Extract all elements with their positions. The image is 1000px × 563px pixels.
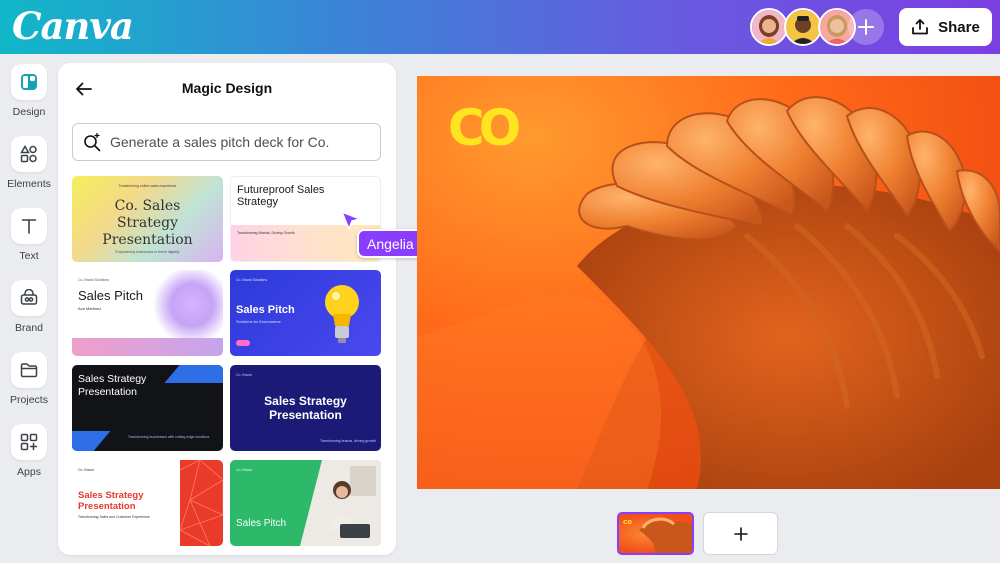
page-thumbnail[interactable]: co xyxy=(617,512,694,555)
plus-icon xyxy=(733,526,748,541)
nav-design[interactable]: Design xyxy=(0,64,58,136)
template-card[interactable]: Co. Brand Solutions Sales Pitch Ava Mart… xyxy=(72,270,223,356)
template-title: Sales Pitch xyxy=(236,304,295,316)
lightbulb-illustration xyxy=(325,285,359,343)
template-small-text: Co. Brand xyxy=(78,468,94,472)
text-icon xyxy=(11,208,47,244)
avatar[interactable] xyxy=(784,8,822,46)
nav-label: Projects xyxy=(10,394,48,406)
template-subtitle: Solutions for Ecommerce xyxy=(236,319,281,324)
template-title: Sales Strategy Presentation xyxy=(264,394,347,422)
template-card[interactable]: Co. Brand Sales Pitch xyxy=(230,460,381,546)
folder-icon xyxy=(11,352,47,388)
design-icon xyxy=(11,64,47,100)
template-card[interactable]: Sales Strategy Presentation Transforming… xyxy=(72,365,223,451)
nav-elements[interactable]: Elements xyxy=(0,136,58,208)
nav-label: Design xyxy=(12,106,46,118)
template-card[interactable]: Co. Brand Solutions Sales Pitch Solution… xyxy=(230,270,381,356)
share-icon xyxy=(912,19,929,35)
template-title: Sales Pitch xyxy=(78,288,144,303)
template-title: Co. Sales Strategy Presentation xyxy=(102,198,193,248)
template-small-text: Co. Brand Solutions xyxy=(78,278,110,282)
top-bar: Canva Share xyxy=(0,0,1000,54)
template-title: Sales Pitch xyxy=(236,518,287,529)
nav-label: Text xyxy=(19,250,39,262)
share-label: Share xyxy=(938,18,980,36)
panel-title: Magic Design xyxy=(181,80,273,96)
add-page-button[interactable] xyxy=(703,512,778,555)
template-small-text: Co. Brand xyxy=(236,468,252,472)
nav-projects[interactable]: Projects xyxy=(0,352,58,424)
nav-apps[interactable]: Apps xyxy=(0,424,58,496)
apps-icon xyxy=(11,424,47,460)
template-title: Sales Strategy Presentation xyxy=(78,373,147,398)
template-card[interactable]: Co. Brand Sales Strategy Presentation Tr… xyxy=(72,460,223,546)
nav-label: Brand xyxy=(14,322,44,334)
plus-icon xyxy=(858,19,874,35)
template-small-text: Transforming businesses with cutting-edg… xyxy=(128,435,210,439)
elements-icon xyxy=(11,136,47,172)
share-button[interactable]: Share xyxy=(899,8,992,46)
magic-prompt-input[interactable] xyxy=(110,134,370,150)
svg-text:co: co xyxy=(623,518,632,526)
avatar[interactable] xyxy=(750,8,788,46)
pattern-illustration xyxy=(180,460,223,546)
template-card[interactable]: Co. Brand Sales Strategy Presentation Tr… xyxy=(230,365,381,451)
design-canvas[interactable]: CO xyxy=(417,76,1000,489)
add-collaborator-button[interactable] xyxy=(848,9,884,45)
template-small-text: Empowering businesses to thrive digitall… xyxy=(115,250,180,254)
collaborator-cursor-label: Angelia xyxy=(357,229,424,258)
template-small-text: Co. Brand xyxy=(236,373,252,377)
template-small-text: Transforming online sales experience xyxy=(118,184,177,188)
template-small-text: Transforming Brands, Driving Growth xyxy=(237,231,295,235)
nav-brand[interactable]: Brand xyxy=(0,280,58,352)
magic-search-icon xyxy=(84,132,101,152)
magic-prompt-box[interactable] xyxy=(72,123,381,161)
brand-icon xyxy=(11,280,47,316)
template-small-text: Co. Brand Solutions xyxy=(236,278,268,282)
template-card[interactable]: Transforming online sales experience Co.… xyxy=(72,176,223,262)
canvas-brand-logo[interactable]: CO xyxy=(448,103,521,153)
template-subtitle: Transforming Sales and Customer Experien… xyxy=(78,515,150,519)
template-subtitle: Ava Martinez xyxy=(78,306,102,311)
side-navigation: Design Elements Text Brand Projects Apps xyxy=(0,54,58,563)
photo-illustration xyxy=(300,460,381,546)
nav-label: Elements xyxy=(7,178,51,190)
thumbnail-artwork: co xyxy=(623,517,692,553)
nav-label: Apps xyxy=(17,466,41,478)
canva-logo[interactable]: Canva xyxy=(12,4,134,48)
template-title: Futureproof Sales Strategy xyxy=(237,184,325,208)
cursor-pointer-icon xyxy=(341,211,361,230)
magic-design-panel: Magic Design Transforming online sales e… xyxy=(58,63,396,555)
template-title: Sales Strategy Presentation xyxy=(78,490,144,512)
nav-text[interactable]: Text xyxy=(0,208,58,280)
template-small-text: Transforming brands, driving growth xyxy=(320,439,376,443)
